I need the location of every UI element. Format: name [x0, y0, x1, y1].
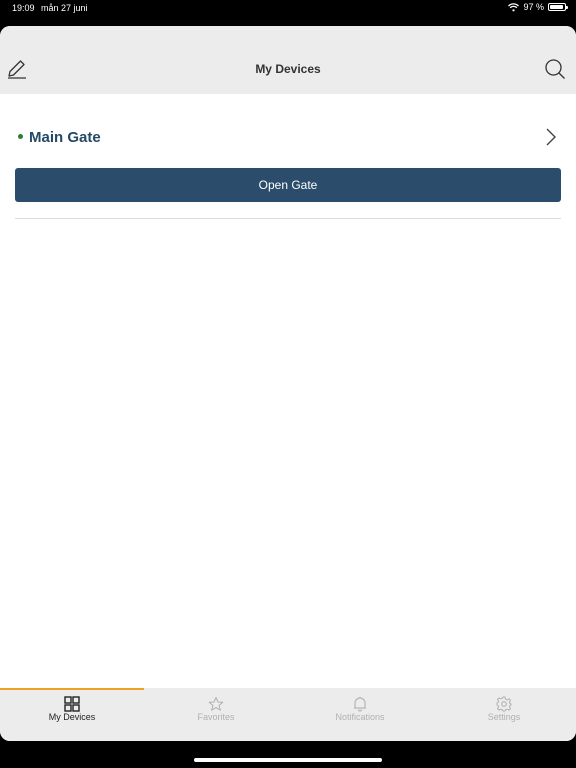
nav-bar: My Devices	[0, 26, 576, 94]
gear-icon	[496, 696, 512, 712]
tab-settings[interactable]: Settings	[432, 690, 576, 741]
open-gate-button[interactable]: Open Gate	[15, 168, 561, 202]
tab-my-devices[interactable]: My Devices	[0, 690, 144, 741]
device-row-main-gate[interactable]: Main Gate	[15, 122, 561, 154]
status-date: mån 27 juni	[41, 3, 88, 13]
search-icon[interactable]	[544, 58, 566, 80]
divider	[15, 218, 561, 219]
page-title: My Devices	[255, 62, 321, 76]
device-name: Main Gate	[29, 129, 101, 146]
star-icon	[208, 697, 224, 711]
home-indicator[interactable]	[194, 758, 382, 762]
battery-icon	[548, 3, 568, 11]
chevron-right-icon[interactable]	[545, 127, 557, 147]
tab-label: My Devices	[48, 712, 96, 722]
status-indicators: 97 %	[508, 2, 568, 12]
tab-favorites[interactable]: Favorites	[144, 690, 288, 741]
tab-label: Favorites	[197, 712, 235, 722]
bell-icon	[354, 696, 366, 712]
tab-bar: My Devices Favorites Notifications Setti…	[0, 688, 576, 741]
status-bar: 19:09 mån 27 juni 97 %	[0, 0, 576, 24]
battery-percentage: 97 %	[523, 2, 544, 12]
tab-notifications[interactable]: Notifications	[288, 690, 432, 741]
online-status-dot	[18, 134, 23, 139]
grid-icon	[64, 696, 80, 712]
status-time: 19:09	[12, 3, 35, 13]
tab-label: Settings	[487, 712, 521, 722]
wifi-icon	[508, 2, 520, 11]
tab-label: Notifications	[335, 712, 385, 722]
app-sheet: My Devices Main Gate Open Gate My Device…	[0, 26, 576, 741]
